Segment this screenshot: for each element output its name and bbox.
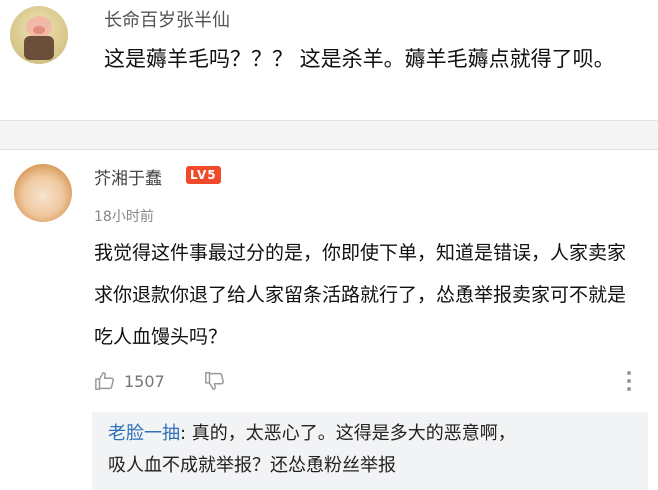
comment-actions: 1507 [94,368,654,398]
username[interactable]: 芥湘于蠢 [94,164,162,189]
level-badge: LV5 [186,166,221,184]
thumbs-down-icon[interactable] [204,370,226,392]
comment-text: 这是薅羊毛吗？？？ 这是杀羊。薅羊毛薅点就得了呗。 [104,47,615,71]
reply-line-2: 吸人血不成就举报？还怂恿粉丝举报 [108,450,396,482]
reply-box[interactable]: 老脸一抽: 真的，太恶心了。这得是多大的恶意啊， 吸人血不成就举报？还怂恿粉丝举… [92,412,648,490]
pig-snout-shape [33,26,45,34]
comment-card-2: 芥湘于蠢 LV5 18小时前 我觉得这件事最过分的是，你即使下单，知道是错误，人… [0,150,658,490]
avatar[interactable] [10,6,68,64]
timestamp: 18小时前 [94,209,154,225]
reply-line-1: 老脸一抽: 真的，太恶心了。这得是多大的恶意啊， [108,418,516,450]
thumbs-up-icon[interactable] [94,370,116,392]
section-divider [0,120,658,150]
username[interactable]: 长命百岁张半仙 [104,6,230,32]
like-count: 1507 [124,372,165,391]
pig-body-shape [24,36,54,60]
reply-text-line-2: 吸人血不成就举报？还怂恿粉丝举报 [108,455,396,476]
reply-author[interactable]: 老脸一抽 [108,423,180,444]
more-vertical-icon[interactable] [624,368,634,394]
avatar[interactable] [14,164,72,222]
comment-card-1: 长命百岁张半仙 这是薅羊毛吗？？？ 这是杀羊。薅羊毛薅点就得了呗。 [0,0,658,118]
comment-text: 我觉得这件事最过分的是，你即使下单，知道是错误，人家卖家求你退款你退了给人家留条… [94,242,627,348]
reply-text-line-1: 真的，太恶心了。这得是多大的恶意啊， [186,423,516,444]
